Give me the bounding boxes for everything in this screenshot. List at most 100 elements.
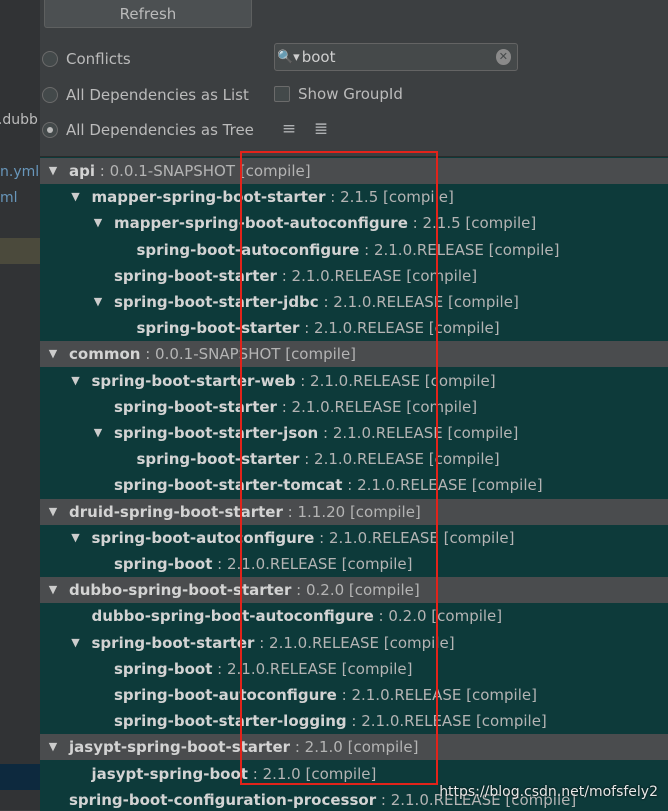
collapse-all-icon[interactable]: ≣ [310, 118, 332, 140]
tree-row[interactable]: spring-boot : 2.1.0.RELEASE [compile] [40, 656, 668, 682]
separator: : [373, 607, 389, 626]
tree-row[interactable]: spring-boot-starter : 2.1.0.RELEASE [com… [40, 394, 668, 420]
tree-node-label: dubbo-spring-boot-autoconfigure : 0.2.0 … [92, 603, 503, 629]
tree-row[interactable]: spring-boot-autoconfigure : 2.1.0.RELEAS… [40, 682, 668, 708]
tree-node-label: spring-boot-autoconfigure : 2.1.0.RELEAS… [137, 237, 560, 263]
tree-row[interactable]: ▼ spring-boot-starter-web : 2.1.0.RELEASE… [40, 368, 668, 394]
tree-row[interactable]: ▼ mapper-spring-boot-starter : 2.1.5 [com… [40, 184, 668, 210]
tree-row[interactable]: spring-boot-starter : 2.1.0.RELEASE [com… [40, 263, 668, 289]
tree-row[interactable]: dubbo-spring-boot-autoconfigure : 0.2.0 … [40, 603, 668, 629]
expand-arrow-icon[interactable]: ▼ [69, 525, 83, 551]
artifact-version: 2.1.0.RELEASE [compile] [226, 659, 413, 678]
artifact-name: spring-boot-starter [91, 633, 255, 652]
file-fragment[interactable]: ml [0, 190, 18, 206]
search-icon[interactable]: 🔍▾ [275, 50, 302, 65]
artifact-version: 2.1.0.RELEASE [compile] [291, 266, 478, 285]
conflicts-option[interactable]: Conflicts [42, 50, 131, 68]
tree-node-label: druid-spring-boot-starter : 1.1.20 [comp… [69, 499, 421, 525]
tree-node-label: spring-boot-starter : 2.1.0.RELEASE [com… [137, 446, 500, 472]
expand-arrow-icon[interactable]: ▼ [46, 158, 60, 184]
expand-arrow-icon[interactable]: ▼ [91, 289, 105, 315]
artifact-name: spring-boot-starter [136, 319, 300, 338]
tree-radio[interactable] [42, 122, 58, 138]
separator: : [276, 266, 292, 285]
expand-arrow-icon[interactable]: ▼ [69, 630, 83, 656]
separator: : [325, 188, 341, 207]
expand-arrow-icon[interactable]: ▼ [46, 341, 60, 367]
tree-row[interactable]: ▼ spring-boot-starter-json : 2.1.0.RELEAS… [40, 420, 668, 446]
expand-arrow-icon[interactable]: ▼ [69, 368, 83, 394]
tree-option[interactable]: All Dependencies as Tree [42, 121, 254, 139]
tree-node-label: spring-boot-starter : 2.1.0.RELEASE [com… [114, 394, 477, 420]
separator: : [336, 686, 352, 704]
separator: : [299, 319, 315, 338]
list-radio[interactable] [42, 87, 58, 103]
tree-root-row[interactable]: ▼ druid-spring-boot-starter : 1.1.20 [com… [40, 498, 668, 525]
expand-all-icon[interactable]: ≡ [278, 118, 300, 140]
tree-row[interactable]: ▼ spring-boot-starter : 2.1.0.RELEASE [co… [40, 630, 668, 656]
separator: : [282, 502, 298, 521]
clear-icon[interactable]: ✕ [495, 49, 511, 65]
tree-node-label: spring-boot-autoconfigure : 2.1.0.RELEAS… [114, 682, 537, 708]
artifact-name: spring-boot-autoconfigure [114, 686, 337, 704]
artifact-version: 0.0.1-SNAPSHOT [compile] [155, 345, 357, 364]
expand-arrow-icon[interactable]: ▼ [46, 499, 60, 525]
tree-row[interactable]: spring-boot-autoconfigure : 2.1.0.RELEAS… [40, 237, 668, 263]
search-input[interactable] [301, 48, 496, 66]
artifact-name: spring-boot-starter [114, 266, 277, 285]
expand-arrow-icon[interactable]: ▼ [46, 734, 60, 760]
tree-root-row[interactable]: ▼ common : 0.0.1-SNAPSHOT [compile] [40, 341, 668, 368]
expand-arrow-icon[interactable]: ▼ [69, 184, 83, 210]
separator: : [295, 371, 311, 390]
file-fragment[interactable]: n.yml [0, 164, 39, 180]
tree-root-row[interactable]: ▼ api : 0.0.1-SNAPSHOT [compile] [40, 158, 668, 184]
conflicts-label: Conflicts [66, 50, 131, 68]
artifact-name: spring-boot-starter-jdbc [114, 293, 319, 311]
separator: : [342, 476, 358, 495]
tree-node-label: spring-boot-starter-json : 2.1.0.RELEASE… [114, 420, 518, 446]
tree-row[interactable]: spring-boot : 2.1.0.RELEASE [compile] [40, 551, 668, 577]
separator: : [346, 712, 362, 731]
separator: : [407, 214, 423, 233]
artifact-version: 2.1.5 [compile] [340, 188, 454, 207]
tree-node-label: mapper-spring-boot-autoconfigure : 2.1.5… [114, 210, 536, 236]
expand-arrow-icon[interactable]: ▼ [46, 577, 60, 603]
artifact-version: 0.2.0 [compile] [305, 581, 420, 600]
tree-row[interactable]: spring-boot-starter-logging : 2.1.0.RELE… [40, 708, 668, 734]
tree-row[interactable]: ▼ spring-boot-autoconfigure : 2.1.0.RELEA… [40, 525, 668, 551]
refresh-button[interactable]: Refresh [44, 0, 252, 28]
artifact-version: 2.1.0.RELEASE [compile] [314, 450, 500, 469]
tree-row[interactable]: spring-boot-starter-tomcat : 2.1.0.RELEA… [40, 472, 668, 498]
separator: : [291, 581, 306, 600]
show-groupid-option[interactable]: Show GroupId [274, 85, 403, 103]
artifact-version: 0.0.1-SNAPSHOT [compile] [109, 162, 311, 180]
artifact-version: 2.1.0.RELEASE [compile] [333, 293, 519, 311]
list-option[interactable]: All Dependencies as List [42, 86, 249, 104]
artifact-name: spring-boot-starter-tomcat [114, 476, 343, 495]
tree-row[interactable]: spring-boot-starter : 2.1.0.RELEASE [com… [40, 446, 668, 472]
file-fragment[interactable]: f.dubb [0, 112, 38, 128]
tree-node-label: spring-boot-starter-web : 2.1.0.RELEASE … [92, 368, 496, 394]
expand-arrow-icon[interactable]: ▼ [91, 420, 105, 446]
search-field[interactable]: 🔍▾ ✕ [274, 43, 518, 71]
artifact-name: spring-boot-starter [136, 450, 300, 469]
expand-arrow-icon[interactable]: ▼ [91, 210, 105, 236]
dependency-tree[interactable]: ▼ api : 0.0.1-SNAPSHOT [compile] ▼ mapper-s… [40, 156, 668, 811]
tree-node-label: spring-boot-starter-tomcat : 2.1.0.RELEA… [114, 472, 543, 498]
tree-root-row[interactable]: ▼ dubbo-spring-boot-starter : 0.2.0 [comp… [40, 577, 668, 604]
artifact-version: 2.1.0.RELEASE [compile] [314, 319, 500, 338]
tree-row[interactable]: ▼ mapper-spring-boot-autoconfigure : 2.1.… [40, 210, 668, 236]
separator: : [376, 790, 391, 809]
artifact-version: 2.1.0 [compile] [262, 764, 377, 783]
separator: : [359, 240, 374, 259]
tree-row[interactable]: ▼ spring-boot-starter-jdbc : 2.1.0.RELEAS… [40, 289, 668, 315]
artifact-name: jasypt-spring-boot-starter [69, 738, 291, 757]
conflicts-radio[interactable] [42, 51, 58, 67]
tree-row[interactable]: spring-boot-starter : 2.1.0.RELEASE [com… [40, 315, 668, 341]
tree-node-label: spring-boot-autoconfigure : 2.1.0.RELEAS… [92, 525, 515, 551]
artifact-name: spring-boot-starter-web [91, 371, 296, 390]
show-groupid-checkbox[interactable] [274, 86, 290, 102]
artifact-version: 2.1.0.RELEASE [compile] [291, 397, 478, 416]
tree-root-row[interactable]: ▼ jasypt-spring-boot-starter : 2.1.0 [com… [40, 734, 668, 761]
tree-row[interactable]: jasypt-spring-boot : 2.1.0 [compile] [40, 761, 668, 787]
